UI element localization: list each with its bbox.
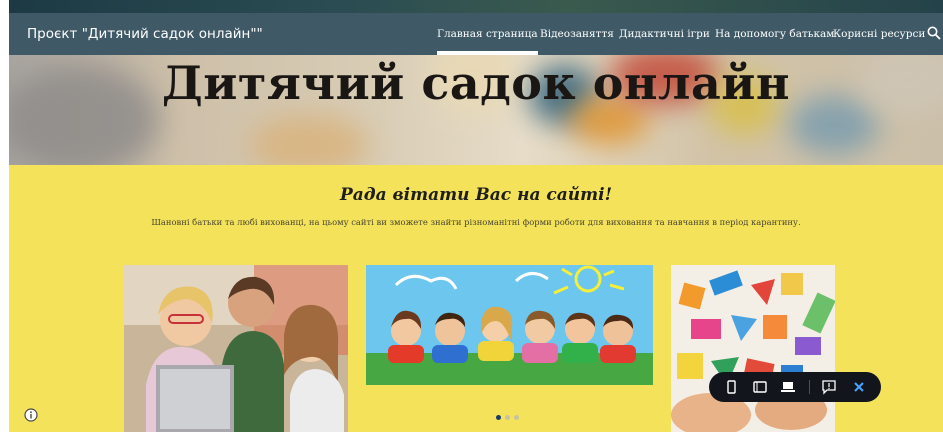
carousel-dot[interactable] <box>505 415 510 420</box>
info-icon[interactable] <box>24 408 38 422</box>
top-banner-strip <box>9 0 943 13</box>
nav-item-parents-help[interactable]: На допомогу батькам <box>715 13 834 55</box>
nav-item-useful-resources[interactable]: Корисні ресурси <box>833 13 925 55</box>
children-laptop-photo <box>124 265 348 432</box>
tablet-view-icon[interactable] <box>752 379 768 395</box>
hero-banner: Дитячий садок онлайн <box>9 55 943 165</box>
carousel-indicator <box>496 405 523 424</box>
welcome-heading: Рада вітати Вас на сайті! <box>339 185 613 205</box>
toy-blocks-photo <box>671 265 835 432</box>
laptop-view-icon[interactable] <box>780 379 796 395</box>
navigation-bar: Проєкт "Дитячий садок онлайн"" Главная с… <box>9 13 943 55</box>
feedback-icon[interactable] <box>821 379 837 395</box>
nav-item-video-lessons[interactable]: Відеозаняття <box>540 13 614 55</box>
toolbar-divider <box>809 380 810 394</box>
search-icon[interactable] <box>927 26 941 40</box>
close-icon[interactable] <box>851 379 867 395</box>
carousel-dot-active[interactable] <box>496 415 501 420</box>
site-title[interactable]: Проєкт "Дитячий садок онлайн"" <box>27 13 263 55</box>
carousel-dot[interactable] <box>514 415 519 420</box>
welcome-text: Шановні батьки та любі вихованці, на цьо… <box>151 217 801 227</box>
hero-title: Дитячий садок онлайн <box>161 56 791 110</box>
kids-on-grass-photo <box>366 265 653 385</box>
nav-item-home[interactable]: Главная страница <box>437 13 538 55</box>
preview-toolbar <box>709 372 881 402</box>
nav-item-didactic-games[interactable]: Дидактичні ігри <box>619 13 710 55</box>
mobile-view-icon[interactable] <box>723 379 739 395</box>
